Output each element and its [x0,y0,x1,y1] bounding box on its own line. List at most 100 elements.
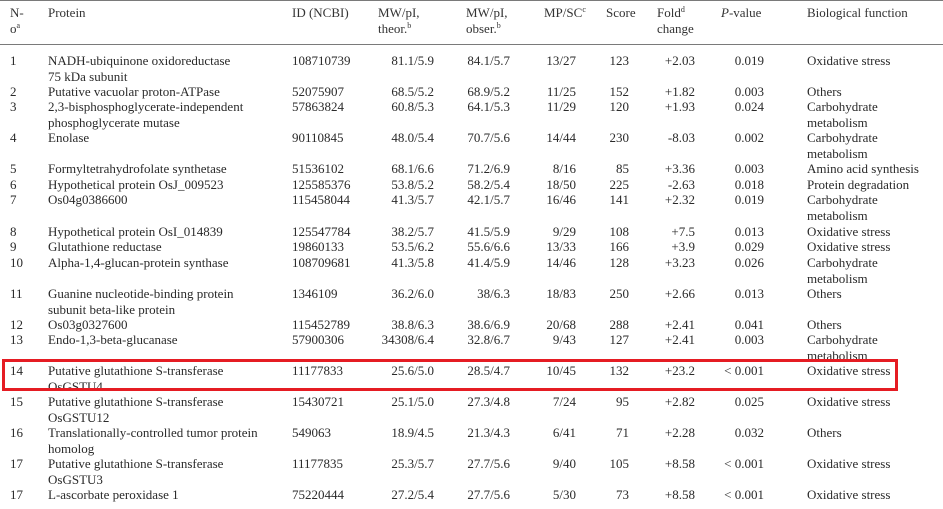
cell-mw-theor: 38.8/6.3 [391,317,434,332]
cell-line: Carbohydrate [807,130,878,145]
cell-mw-theor: 36.2/6.0 [391,286,434,301]
cell-no: 10 [10,255,23,270]
cell-mw-obser: 41.5/5.9 [467,224,510,239]
cell-bio: Oxidative stress [807,239,890,255]
cell-score: 108 [609,224,630,239]
cell-line: Carbohydrate [807,99,878,114]
cell-no: 11 [10,286,23,301]
cell-bio: Others [807,286,842,302]
cell-mw-theor: 48.0/5.4 [391,130,434,145]
cell-protein: Hypothetical protein OsI_014839 [48,224,223,240]
cell-score: 73 [616,487,629,502]
cell-fold: +2.03 [664,53,695,68]
cell-line: Os04g0386600 [48,192,128,207]
cell-no: 14 [10,363,23,378]
header-id: ID (NCBI) [292,5,349,20]
cell-mp-sc: 9/40 [552,456,576,471]
cell-mp-sc: 13/33 [546,239,576,254]
cell-line: OsGSTU12 [48,409,110,425]
cell-mw-theor: 68.1/6.6 [391,161,434,176]
cell-no: 7 [10,192,17,207]
cell-bio: Carbohydrate metabolism [807,130,878,161]
cell-line: Oxidative stress [807,239,891,254]
cell-id: 75220444 [292,487,344,502]
cell-mw-theor: 53.5/6.2 [391,239,434,254]
cell-bio: Carbohydrate metabolism [807,332,878,363]
cell-score: 250 [609,286,630,301]
cell-line: Carbohydrate [807,332,878,347]
cell-mw-theor: 25.6/5.0 [391,363,434,378]
cell-mp-sc: 10/45 [546,363,576,378]
cell-id: 108710739 [292,53,351,68]
cell-bio: Amino acid synthesis [807,161,919,177]
cell-pvalue: 0.013 [734,286,764,301]
cell-mp-sc: 18/83 [546,286,576,301]
cell-bio: Carbohydrate metabolism [807,99,878,130]
cell-line: Putative glutathione S-transferase [48,456,224,471]
cell-line: L-ascorbate peroxidase 1 [48,487,179,502]
cell-protein: NADH-ubiquinone oxidoreductase 75 kDa sub… [48,53,230,84]
cell-id: 115458044 [292,192,351,207]
cell-line: Oxidative stress [807,224,891,239]
cell-mw-theor: 34308/6.4 [381,332,434,347]
cell-protein: Hypothetical protein OsJ_009523 [48,177,223,193]
cell-line: OsGSTU3 [48,471,103,487]
cell-line: Carbohydrate [807,255,878,270]
cell-fold: +7.5 [671,224,695,239]
cell-line: Oxidative stress [807,363,891,378]
cell-fold: +2.41 [664,317,695,332]
cell-line: subunit beta-like protein [48,301,176,317]
cell-pvalue: 0.024 [734,99,764,114]
cell-id: 125547784 [292,224,351,239]
cell-pvalue: 0.041 [734,317,764,332]
cell-mw-obser: 42.1/5.7 [467,192,510,207]
cell-line: Alpha-1,4-glucan-protein synthase [48,255,229,270]
cell-line: Oxidative stress [807,394,891,409]
cell-mp-sc: 20/68 [546,317,576,332]
cell-pvalue: 0.019 [734,192,764,207]
cell-protein: L-ascorbate peroxidase 1 [48,487,179,503]
cell-score: 71 [616,425,629,440]
cell-pvalue: 0.003 [734,84,764,99]
header-score: Score [606,5,636,20]
cell-fold: +2.28 [664,425,695,440]
cell-id: 57863824 [292,99,344,114]
cell-score: 127 [609,332,630,347]
cell-mw-obser: 58.2/5.4 [467,177,510,192]
cell-protein: Guanine nucleotide-binding protein subuni… [48,286,234,317]
top-rule [0,0,943,1]
cell-mw-obser: 84.1/5.7 [467,53,510,68]
cell-id: 125585376 [292,177,351,192]
cell-bio: Protein degradation [807,177,909,193]
header-no: N- oa [10,5,24,36]
cell-score: 105 [609,456,630,471]
cell-mw-obser: 32.8/6.7 [467,332,510,347]
cell-mw-obser: 38/6.3 [477,286,510,301]
cell-pvalue: 0.029 [734,239,764,254]
cell-fold: +2.66 [664,286,695,301]
cell-bio: Others [807,84,842,100]
cell-line: Oxidative stress [807,456,891,471]
cell-protein: Alpha-1,4-glucan-protein synthase [48,255,229,271]
cell-line: Others [807,425,842,440]
cell-score: 152 [609,84,630,99]
cell-mw-obser: 64.1/5.3 [467,99,510,114]
cell-line: Endo-1,3-beta-glucanase [48,332,178,347]
cell-mp-sc: 5/30 [552,487,576,502]
cell-no: 2 [10,84,17,99]
cell-no: 4 [10,130,17,145]
cell-bio: Carbohydrate metabolism [807,192,878,223]
cell-mw-theor: 60.8/5.3 [391,99,434,114]
cell-line: Guanine nucleotide-binding protein [48,286,234,301]
cell-protein: Putative glutathione S-transferase OsGSTU… [48,456,223,487]
cell-bio: Others [807,425,842,441]
cell-fold: +8.58 [664,456,695,471]
cell-no: 9 [10,239,17,254]
cell-pvalue: 0.002 [734,130,764,145]
cell-line: metabolism [807,207,868,223]
cell-line: 2,3-bisphosphoglycerate-independent [48,99,244,114]
cell-pvalue: 0.018 [734,177,764,192]
cell-line: Hypothetical protein OsJ_009523 [48,177,224,192]
cell-bio: Others [807,317,842,333]
cell-protein: Putative glutathione S-transferase OsGSTU… [48,394,223,425]
